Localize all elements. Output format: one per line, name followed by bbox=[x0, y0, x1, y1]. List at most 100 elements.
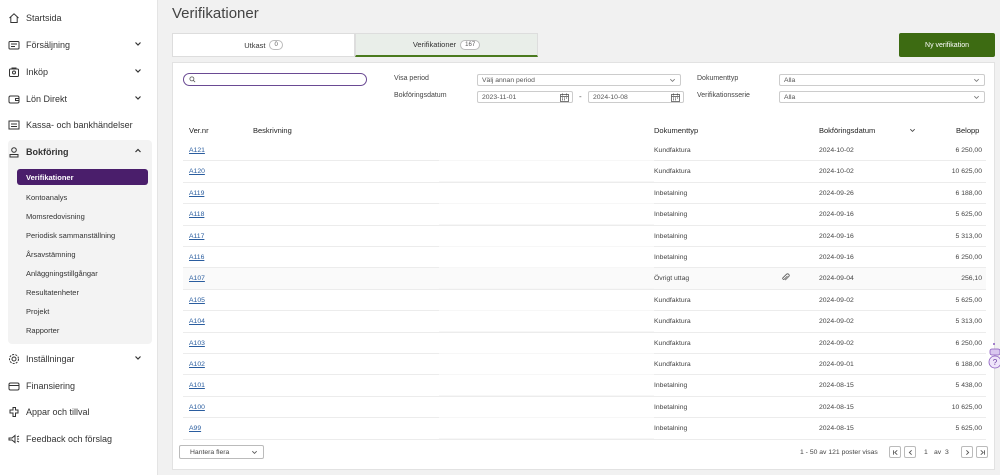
table-row[interactable]: A121 Kundfaktura 2024-10-02 6 250,00 bbox=[183, 140, 986, 162]
apps-icon bbox=[8, 406, 20, 418]
tab-bar: Utkast 0 Verifikationer 167 bbox=[172, 33, 538, 57]
settings-icon bbox=[8, 353, 20, 365]
chevron-down-icon bbox=[135, 42, 141, 46]
date-to-input[interactable]: 2024-10-08 bbox=[588, 91, 684, 103]
description-cell bbox=[439, 438, 654, 440]
table-row[interactable]: A105 Kundfaktura 2024-09-02 5 625,00 bbox=[183, 290, 986, 312]
sidebar-subitem-periodisk-sammanstallning[interactable]: Periodisk sammanställning bbox=[26, 227, 115, 243]
column-header-vernr[interactable]: Ver.nr bbox=[189, 126, 209, 135]
table-row[interactable]: A102 Kundfaktura 2024-09-01 6 188,00 bbox=[183, 354, 986, 376]
sidebar-item-kassa-bank[interactable]: Kassa- och bankhändelser bbox=[8, 114, 152, 136]
purchase-icon bbox=[8, 66, 20, 78]
verification-number-link[interactable]: A101 bbox=[189, 382, 205, 389]
attachment-icon[interactable] bbox=[781, 273, 790, 282]
column-header-doctype[interactable]: Dokumenttyp bbox=[654, 126, 698, 135]
sidebar-subitem-momsredovisning[interactable]: Momsredovisning bbox=[26, 208, 85, 224]
home-icon bbox=[8, 12, 20, 24]
sidebar-item-finansiering[interactable]: Finansiering bbox=[8, 375, 152, 397]
table-row[interactable]: A107 Övrigt uttag 2024-09-04 256,10 bbox=[183, 268, 986, 290]
sidebar-item-appar[interactable]: Appar och tillval bbox=[8, 401, 152, 423]
table-row[interactable]: A103 Kundfaktura 2024-09-02 6 250,00 bbox=[183, 333, 986, 354]
sidebar-item-forsaljning[interactable]: Försäljning bbox=[8, 34, 152, 56]
next-page-button[interactable] bbox=[961, 446, 973, 458]
table-row[interactable]: A99 Inbetalning 2024-08-15 5 625,00 bbox=[183, 418, 986, 440]
column-header-date[interactable]: Bokföringsdatum bbox=[819, 126, 875, 135]
sidebar-item-inkop[interactable]: Inköp bbox=[8, 61, 152, 83]
verification-number-link[interactable]: A121 bbox=[189, 147, 205, 154]
verification-number-link[interactable]: A104 bbox=[189, 318, 205, 325]
table-row[interactable]: A104 Kundfaktura 2024-09-02 5 313,00 bbox=[183, 311, 986, 333]
current-page[interactable]: 1 bbox=[924, 449, 928, 456]
sidebar-item-bokforing[interactable]: Bokföring bbox=[8, 141, 152, 163]
last-page-button[interactable] bbox=[976, 446, 988, 458]
date-cell: 2024-09-01 bbox=[819, 361, 854, 368]
tab-verifikationer[interactable]: Verifikationer 167 bbox=[355, 33, 538, 57]
date-cell: 2024-09-16 bbox=[819, 232, 854, 240]
doctype-select[interactable]: Alla bbox=[779, 74, 985, 86]
verification-number-link[interactable]: A100 bbox=[189, 404, 205, 411]
sort-desc-icon[interactable] bbox=[909, 127, 916, 134]
new-verification-button[interactable]: Ny verifikation bbox=[899, 33, 995, 57]
chevron-down-icon bbox=[135, 96, 141, 100]
amount-cell: 5 625,00 bbox=[955, 211, 982, 219]
verification-number-link[interactable]: A102 bbox=[189, 361, 205, 368]
sidebar-subitem-projekt[interactable]: Projekt bbox=[26, 303, 49, 319]
sidebar-item-feedback[interactable]: Feedback och förslag bbox=[8, 428, 152, 450]
column-header-amount[interactable]: Belopp bbox=[956, 126, 979, 135]
date-cell: 2024-09-02 bbox=[819, 296, 854, 304]
sidebar-item-label: Inställningar bbox=[26, 354, 75, 364]
sidebar-subitem-rapporter[interactable]: Rapporter bbox=[26, 322, 59, 338]
bulk-actions-dropdown[interactable]: Hantera flera bbox=[179, 445, 264, 459]
doctype-cell: Inbetalning bbox=[654, 211, 688, 219]
date-from-value: 2023-11-01 bbox=[482, 93, 517, 101]
sidebar-subitem-verifikationer[interactable]: Verifikationer bbox=[17, 169, 148, 185]
period-select[interactable]: Välj annan period bbox=[477, 74, 681, 86]
chevron-right-icon bbox=[965, 449, 969, 455]
calendar-icon[interactable] bbox=[671, 93, 680, 102]
sidebar-subitem-resultatenheter[interactable]: Resultatenheter bbox=[26, 284, 79, 300]
sidebar-item-label: Kassa- och bankhändelser bbox=[26, 120, 133, 130]
table-row[interactable]: A116 Inbetalning 2024-09-16 6 250,00 bbox=[183, 247, 986, 269]
tab-label: Verifikationer bbox=[412, 40, 457, 49]
bookkeeping-icon bbox=[8, 146, 20, 158]
table-row[interactable]: A120 Kundfaktura 2024-10-02 10 625,00 bbox=[183, 161, 986, 183]
sidebar-subitem-kontoanalys[interactable]: Kontoanalys bbox=[26, 189, 67, 205]
table-row[interactable]: A117 Inbetalning 2024-09-16 5 313,00 bbox=[183, 226, 986, 247]
series-select-value: Alla bbox=[784, 93, 796, 101]
table-row[interactable]: A100 Inbetalning 2024-08-15 10 625,00 bbox=[183, 397, 986, 419]
verification-number-link[interactable]: A99 bbox=[189, 425, 201, 432]
period-label: Visa period bbox=[394, 75, 429, 82]
help-assistant-icon[interactable]: ? bbox=[987, 340, 1000, 370]
sidebar-item-lon-direkt[interactable]: Lön Direkt bbox=[8, 88, 152, 110]
date-separator: - bbox=[579, 92, 582, 101]
doctype-cell: Inbetalning bbox=[654, 425, 688, 433]
verification-number-link[interactable]: A118 bbox=[189, 211, 204, 218]
verification-number-link[interactable]: A119 bbox=[189, 190, 204, 197]
verification-number-link[interactable]: A116 bbox=[189, 254, 204, 261]
search-input[interactable] bbox=[183, 73, 367, 86]
verification-number-link[interactable]: A107 bbox=[189, 275, 205, 282]
verification-number-link[interactable]: A105 bbox=[189, 297, 205, 304]
sidebar-item-startsida[interactable]: Startsida bbox=[8, 7, 152, 29]
first-page-button[interactable] bbox=[889, 446, 901, 458]
verification-number-link[interactable]: A120 bbox=[189, 168, 205, 175]
table-row[interactable]: A118 Inbetalning 2024-09-16 5 625,00 bbox=[183, 204, 986, 226]
bank-icon bbox=[8, 119, 20, 131]
sidebar-subitem-arsavstamning[interactable]: Årsavstämning bbox=[26, 246, 76, 262]
sidebar-subitem-anlaggningstillgangar[interactable]: Anläggningstillgångar bbox=[26, 265, 98, 281]
chevron-down-icon bbox=[135, 356, 141, 360]
calendar-icon[interactable] bbox=[560, 93, 569, 102]
amount-cell: 6 188,00 bbox=[955, 361, 982, 368]
table-row[interactable]: A119 Inbetalning 2024-09-26 6 188,00 bbox=[183, 183, 986, 205]
tab-utkast[interactable]: Utkast 0 bbox=[172, 33, 355, 57]
prev-page-button[interactable] bbox=[904, 446, 916, 458]
series-select[interactable]: Alla bbox=[779, 91, 985, 103]
amount-cell: 5 625,00 bbox=[955, 425, 982, 433]
column-header-description[interactable]: Beskrivning bbox=[253, 126, 292, 135]
verification-number-link[interactable]: A103 bbox=[189, 340, 205, 347]
table-row[interactable]: A101 Inbetalning 2024-08-15 5 438,00 bbox=[183, 375, 986, 397]
period-select-value: Välj annan period bbox=[482, 76, 535, 84]
sidebar-item-installningar[interactable]: Inställningar bbox=[8, 348, 152, 370]
verification-number-link[interactable]: A117 bbox=[189, 233, 204, 240]
date-from-input[interactable]: 2023-11-01 bbox=[477, 91, 573, 103]
